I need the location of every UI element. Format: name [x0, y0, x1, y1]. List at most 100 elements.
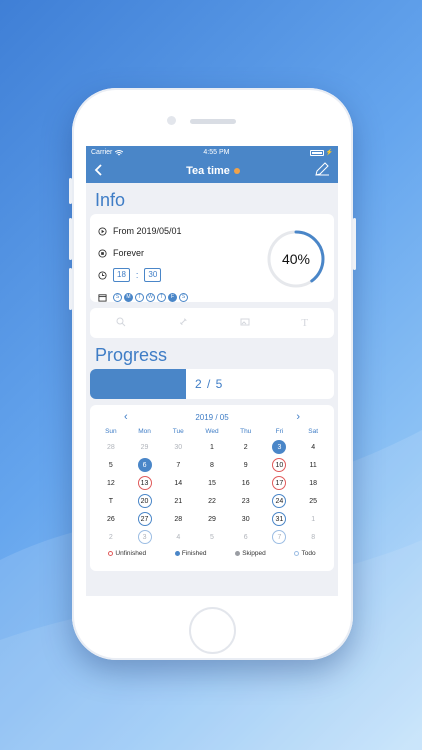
calendar-day[interactable]: 6: [229, 528, 263, 546]
calendar-day[interactable]: 7: [161, 456, 195, 474]
pencil-icon[interactable]: [314, 161, 330, 182]
calendar-day[interactable]: 28: [94, 438, 128, 456]
calendar-day[interactable]: 16: [229, 474, 263, 492]
nav-bar: Tea time: [86, 159, 338, 183]
weekday-toggle[interactable]: W: [146, 292, 155, 302]
calendar-day[interactable]: 8: [195, 456, 229, 474]
weekday-toggle[interactable]: T: [157, 292, 166, 302]
calendar-day[interactable]: 6: [128, 456, 162, 474]
calendar-day[interactable]: 15: [195, 474, 229, 492]
calendar-day[interactable]: 20: [128, 492, 162, 510]
volume-up-button: [69, 218, 72, 260]
legend-item: Skipped: [235, 550, 266, 557]
day-of-week-label: Wed: [205, 428, 219, 435]
calendar-day[interactable]: 22: [195, 492, 229, 510]
calendar-day[interactable]: 23: [229, 492, 263, 510]
calendar-day[interactable]: 9: [229, 456, 263, 474]
calendar-day[interactable]: 25: [296, 492, 330, 510]
carrier-label: Carrier: [91, 149, 113, 156]
calendar-day[interactable]: 12: [94, 474, 128, 492]
front-camera: [167, 116, 176, 125]
calendar: ‹ 2019 / 05 › Sun Mon Tue Wed Thu Fri Sat 28 29 3…: [90, 405, 334, 571]
attachment-toolbar: T: [90, 308, 334, 338]
progress-label: 2 / 5: [195, 377, 224, 391]
wifi-icon: [115, 149, 124, 155]
calendar-day[interactable]: 30: [161, 438, 195, 456]
calendar-day[interactable]: 27: [128, 510, 162, 528]
weekday-toggle[interactable]: M: [124, 292, 133, 302]
calendar-header: ‹ 2019 / 05 ›: [94, 410, 330, 424]
calendar-day[interactable]: 5: [94, 456, 128, 474]
legend-item: Unfinished: [108, 550, 146, 557]
chevron-left-icon[interactable]: [94, 163, 112, 179]
calendar-day[interactable]: 17: [263, 474, 297, 492]
weekday-toggle[interactable]: S: [113, 292, 122, 302]
calendar-day[interactable]: 1: [296, 510, 330, 528]
legend-item: Todo: [294, 550, 316, 557]
calendar-day[interactable]: 5: [195, 528, 229, 546]
prev-month-chevron-left-icon[interactable]: ‹: [124, 411, 128, 423]
calendar-day[interactable]: 11: [296, 456, 330, 474]
day-of-week-label: Sun: [105, 428, 117, 435]
month-label: 2019 / 05: [195, 412, 229, 422]
info-card: From 2019/05/01 Forever 18 : 30 SMTWTFS: [90, 214, 334, 302]
hour-field[interactable]: 18: [113, 268, 130, 282]
charging-icon: ⚡: [325, 150, 333, 156]
battery-icon: [309, 149, 324, 156]
legend-marker: [108, 551, 114, 556]
speaker: [190, 119, 236, 124]
title-text: Tea time: [186, 165, 230, 177]
legend-label: Todo: [301, 550, 316, 557]
legend-item: Finished: [174, 550, 207, 557]
weekday-toggle[interactable]: F: [168, 292, 177, 302]
legend-label: Finished: [181, 550, 207, 557]
calendar-day[interactable]: 14: [161, 474, 195, 492]
calendar-day[interactable]: 10: [263, 456, 297, 474]
calendar-day[interactable]: 3: [263, 438, 297, 456]
legend-marker: [235, 551, 241, 556]
search-icon[interactable]: [116, 317, 126, 329]
calendar-day[interactable]: 3: [128, 528, 162, 546]
calendar-day[interactable]: 24: [263, 492, 297, 510]
day-of-week-label: Tue: [172, 428, 184, 435]
completion-percent: 40%: [281, 251, 311, 267]
legend-marker: [174, 551, 180, 556]
weekday-toggle[interactable]: S: [179, 292, 188, 302]
status-dot: [233, 168, 240, 174]
calendar-day[interactable]: 7: [263, 528, 297, 546]
link-icon[interactable]: [178, 317, 188, 329]
calendar-day[interactable]: 1: [195, 438, 229, 456]
calendar-day[interactable]: 29: [128, 438, 162, 456]
legend-label: Unfinished: [115, 550, 147, 557]
volume-down-button: [69, 268, 72, 310]
calendar-day[interactable]: 26: [94, 510, 128, 528]
completion-ring: 40%: [265, 228, 327, 290]
calendar-day[interactable]: 31: [263, 510, 297, 528]
calendar-day[interactable]: 21: [161, 492, 195, 510]
weekday-toggle[interactable]: T: [135, 292, 144, 302]
calendar-day[interactable]: 2: [229, 438, 263, 456]
calendar-day[interactable]: 4: [161, 528, 195, 546]
text-icon[interactable]: T: [301, 317, 308, 329]
progress-bar: 2 / 5: [90, 369, 334, 399]
home-button[interactable]: [189, 607, 236, 654]
day-of-week-label: Sat: [308, 428, 319, 435]
calendar-day[interactable]: 8: [296, 528, 330, 546]
calendar-day[interactable]: 29: [195, 510, 229, 528]
day-of-week-label: Mon: [138, 428, 151, 435]
calendar-day[interactable]: T: [94, 492, 128, 510]
mute-switch: [69, 178, 72, 204]
next-month-chevron-right-icon[interactable]: ›: [296, 411, 300, 423]
app-screen: Carrier 4:55 PM ⚡ Tea time Info From 201…: [86, 146, 338, 596]
calendar-day[interactable]: 13: [128, 474, 162, 492]
calendar-day[interactable]: 28: [161, 510, 195, 528]
calendar-legend: Unfinished Finished Skipped Todo: [94, 550, 330, 557]
day-of-week-label: Fri: [275, 428, 284, 435]
calendar-day[interactable]: 18: [296, 474, 330, 492]
calendar-day[interactable]: 2: [94, 528, 128, 546]
image-icon[interactable]: [240, 317, 250, 329]
power-button: [353, 218, 356, 270]
calendar-day[interactable]: 4: [296, 438, 330, 456]
minute-field[interactable]: 30: [144, 268, 162, 282]
calendar-day[interactable]: 30: [229, 510, 263, 528]
